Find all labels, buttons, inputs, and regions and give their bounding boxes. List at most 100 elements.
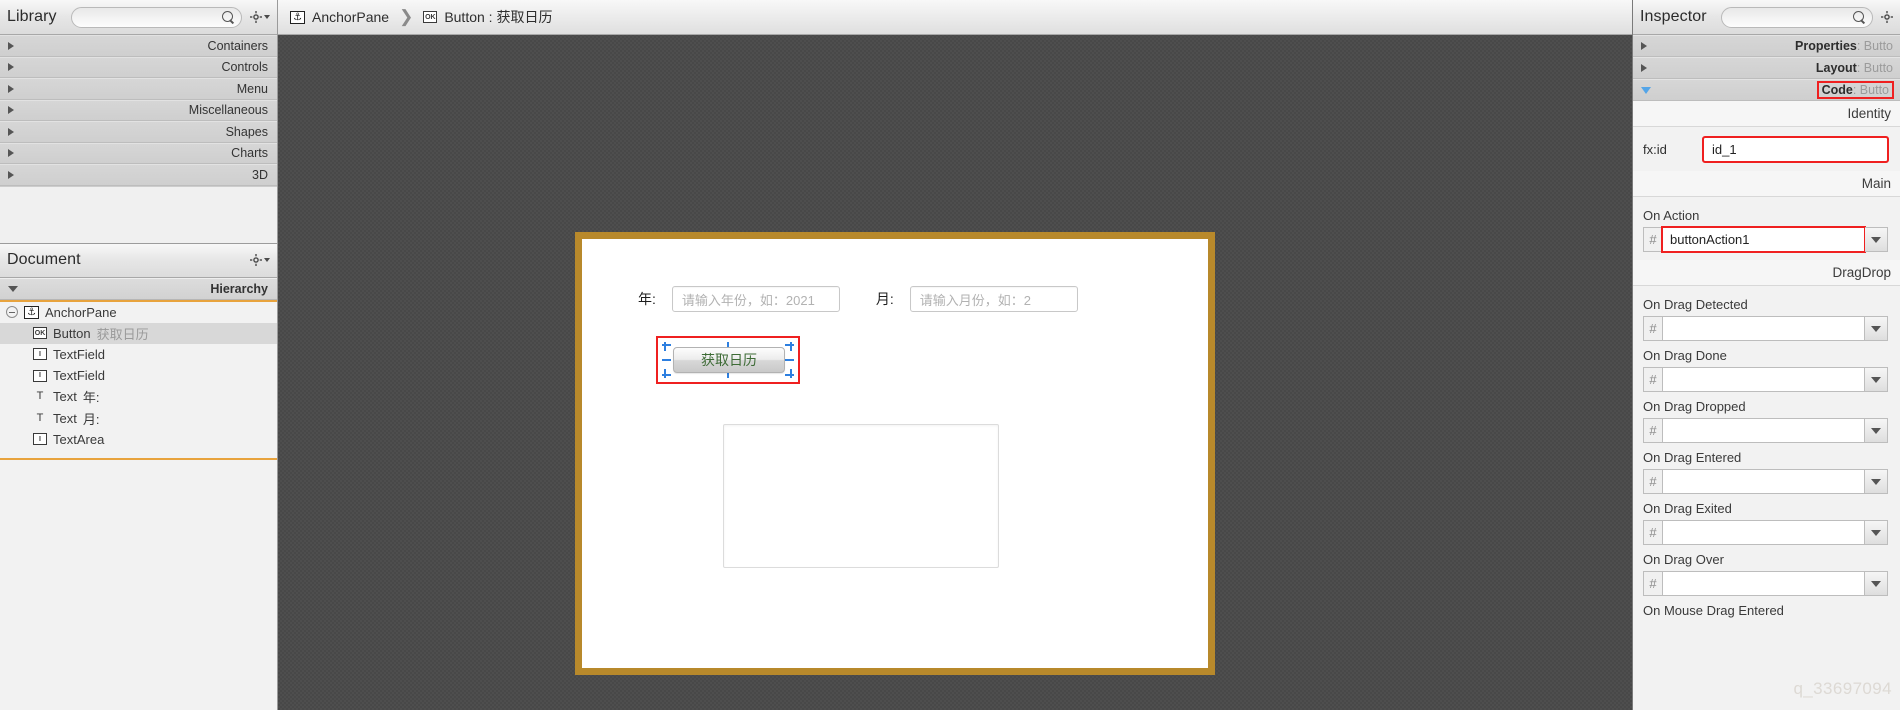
on-action-input[interactable]: buttonAction1	[1661, 226, 1866, 253]
on-drag-done-input[interactable]	[1662, 367, 1865, 392]
text-icon: T	[36, 390, 44, 403]
library-category-list: Containers Controls Menu Miscellaneous S…	[0, 35, 277, 186]
library-category-shapes[interactable]: Shapes	[0, 121, 277, 143]
design-stage-anchorpane[interactable]: 年: 请输入年份，如：2021 月: 请输入月份，如：2 获取日历	[575, 232, 1215, 675]
tree-item-label: Button	[53, 325, 91, 341]
on-drag-dropped-input[interactable]	[1662, 418, 1865, 443]
inspector-search-input[interactable]	[1720, 6, 1873, 28]
inspector-section-layout[interactable]: Layout: Butto	[1633, 57, 1900, 79]
chevron-down-icon	[1871, 325, 1881, 332]
hash-icon: #	[1643, 418, 1662, 443]
hash-icon: #	[1643, 316, 1662, 341]
tree-item-label: AnchorPane	[45, 304, 117, 320]
button-icon: OK	[33, 327, 47, 340]
chevron-right-icon	[8, 170, 14, 179]
tree-item-textfield-2[interactable]: I TextField	[0, 365, 277, 386]
tree-item-textarea[interactable]: I TextArea	[0, 429, 277, 450]
hash-icon: #	[1643, 520, 1662, 545]
breadcrumb-separator-icon: ❯	[399, 7, 414, 26]
library-search-input[interactable]	[70, 6, 242, 28]
fxid-row: fx:id id_1	[1633, 127, 1900, 171]
breadcrumb-leaf-label: Button : 获取日历	[444, 9, 553, 25]
on-drag-done-dropdown-button[interactable]	[1865, 367, 1888, 392]
selection-outline: 获取日历	[656, 336, 800, 384]
inspector-gear-button[interactable]	[1879, 11, 1893, 23]
library-category-containers[interactable]: Containers	[0, 35, 277, 57]
chevron-down-icon	[1641, 86, 1651, 94]
gear-icon	[250, 254, 262, 266]
on-mouse-drag-entered-label: On Mouse Drag Entered	[1643, 603, 1784, 618]
inspector-section-label: Code	[1821, 83, 1853, 97]
on-action-dropdown-button[interactable]	[1865, 227, 1888, 252]
on-drag-detected-dropdown-button[interactable]	[1865, 316, 1888, 341]
document-gear-button[interactable]	[248, 254, 270, 266]
inspector-accordion-list: Properties: Butto Layout: Butto Code: Bu…	[1633, 35, 1900, 101]
on-drag-entered-dropdown-button[interactable]	[1865, 469, 1888, 494]
hierarchy-empty-area	[0, 459, 277, 710]
library-category-label: Containers	[207, 38, 268, 53]
library-category-menu[interactable]: Menu	[0, 78, 277, 100]
library-category-3d[interactable]: 3D	[0, 164, 277, 186]
library-category-label: 3D	[252, 167, 268, 182]
tree-item-anchorpane[interactable]: AnchorPane	[0, 302, 277, 323]
document-panel-header: Document	[0, 242, 277, 278]
tree-item-text-year[interactable]: T Text 年:	[0, 386, 277, 407]
chevron-down-icon	[1871, 478, 1881, 485]
chevron-down-icon	[1871, 376, 1881, 383]
tree-item-text-month[interactable]: T Text 月:	[0, 407, 277, 428]
breadcrumb: AnchorPane ❯ OK Button : 获取日历	[278, 0, 1632, 35]
on-drag-entered-combo[interactable]: #	[1643, 469, 1888, 494]
on-action-combo[interactable]: # buttonAction1	[1643, 226, 1888, 253]
library-category-controls[interactable]: Controls	[0, 56, 277, 78]
on-drag-over-dropdown-button[interactable]	[1865, 571, 1888, 596]
on-drag-dropped-combo[interactable]: #	[1643, 418, 1888, 443]
chevron-right-icon	[8, 41, 14, 50]
chevron-right-icon	[1641, 64, 1647, 72]
tree-item-button[interactable]: OK Button 获取日历	[0, 322, 277, 344]
collapse-toggle-icon[interactable]	[6, 306, 18, 319]
hierarchy-label: Hierarchy	[210, 281, 268, 296]
library-category-miscellaneous[interactable]: Miscellaneous	[0, 99, 277, 121]
result-textarea[interactable]	[723, 424, 999, 568]
on-drag-exited-combo[interactable]: #	[1643, 520, 1888, 545]
inspector-panel-header: Inspector	[1633, 0, 1900, 35]
breadcrumb-item-button[interactable]: OK Button : 获取日历	[423, 7, 552, 27]
textfield-icon: I	[33, 369, 47, 382]
breadcrumb-item-anchorpane[interactable]: AnchorPane	[290, 9, 389, 25]
tree-item-sublabel: 获取日历	[96, 326, 149, 342]
inspector-section-code[interactable]: Code: Butto	[1633, 79, 1900, 101]
gear-icon	[250, 11, 262, 23]
on-drag-over-input[interactable]	[1662, 571, 1865, 596]
year-input[interactable]: 请输入年份，如：2021	[671, 286, 840, 312]
on-drag-done-combo[interactable]: #	[1643, 367, 1888, 392]
chevron-down-icon	[264, 15, 270, 19]
on-drag-exited-input[interactable]	[1662, 520, 1865, 545]
on-drag-detected-input[interactable]	[1662, 316, 1865, 341]
on-drag-detected-combo[interactable]: #	[1643, 316, 1888, 341]
on-drag-entered-label: On Drag Entered	[1643, 450, 1742, 465]
on-drag-entered-input[interactable]	[1662, 469, 1865, 494]
on-drag-done-label: On Drag Done	[1643, 348, 1727, 363]
library-category-label: Shapes	[225, 124, 268, 139]
get-calendar-button[interactable]: 获取日历	[673, 347, 785, 373]
on-drag-exited-label: On Drag Exited	[1643, 501, 1732, 516]
tree-item-textfield-1[interactable]: I TextField	[0, 344, 277, 365]
library-category-label: Menu	[236, 81, 268, 96]
library-gear-button[interactable]	[248, 11, 270, 23]
library-category-label: Miscellaneous	[188, 103, 268, 118]
breadcrumb-root-label: AnchorPane	[312, 9, 390, 25]
on-drag-dropped-dropdown-button[interactable]	[1865, 418, 1888, 443]
tree-item-label: Text	[53, 389, 77, 405]
inspector-section-sublabel: : Butto	[1852, 83, 1889, 97]
on-drag-over-combo[interactable]: #	[1643, 571, 1888, 596]
inspector-section-label: Properties	[1795, 39, 1857, 53]
month-input[interactable]: 请输入月份，如：2	[909, 286, 1078, 312]
library-category-charts[interactable]: Charts	[0, 142, 277, 164]
hierarchy-section-header[interactable]: Hierarchy	[0, 277, 277, 300]
inspector-section-properties[interactable]: Properties: Butto	[1633, 35, 1900, 57]
fxid-input[interactable]: id_1	[1702, 135, 1889, 163]
on-drag-exited-dropdown-button[interactable]	[1865, 520, 1888, 545]
year-label: 年:	[638, 291, 656, 307]
search-icon	[1853, 10, 1866, 24]
fxid-label: fx:id	[1643, 141, 1667, 157]
